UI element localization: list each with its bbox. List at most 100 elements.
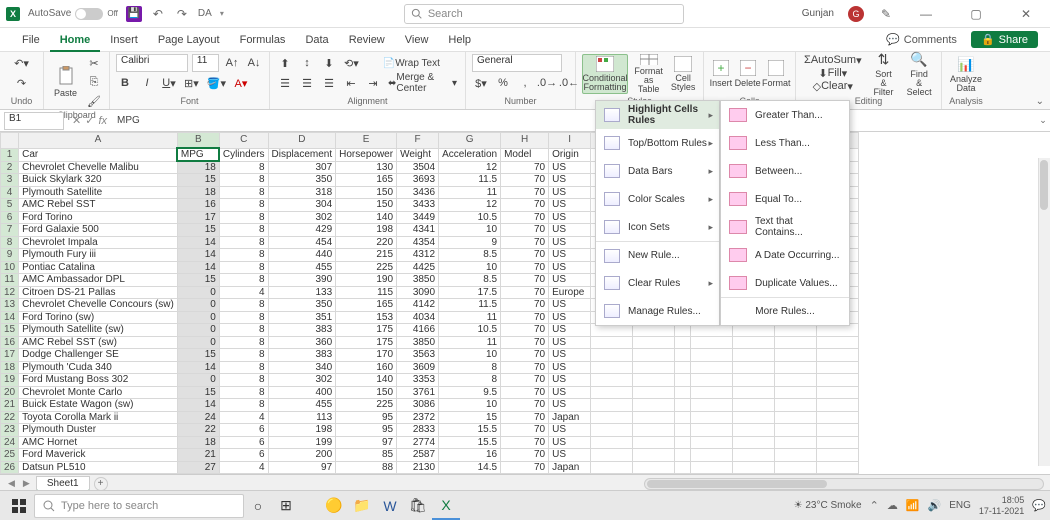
cell-D7[interactable]: 429 [268,224,336,237]
cell-J24[interactable] [591,436,633,449]
cell-C15[interactable]: 8 [219,324,268,337]
tab-review[interactable]: Review [339,28,395,52]
cell-C20[interactable]: 8 [219,386,268,399]
cell-K17[interactable] [633,349,675,362]
cell-E7[interactable]: 198 [336,224,397,237]
cell-H25[interactable]: 70 [501,449,549,462]
format-cells-button[interactable]: Format [764,54,789,94]
cell-E26[interactable]: 88 [336,461,397,474]
font-color-button[interactable]: A▾ [232,74,250,92]
cell-G3[interactable]: 11.5 [439,174,501,187]
cell-D17[interactable]: 383 [268,349,336,362]
cell-E4[interactable]: 150 [336,186,397,199]
cell-B8[interactable]: 14 [177,236,219,249]
qat-dropdown-icon[interactable]: ▾ [220,9,224,18]
format-as-table-button[interactable]: Format as Table [632,54,665,94]
cf-between[interactable]: Between... [721,157,849,185]
cell-C18[interactable]: 8 [219,361,268,374]
cell-R21[interactable] [691,399,733,412]
col-header-A[interactable]: A [19,133,178,149]
cell-S26[interactable] [733,461,775,474]
cell-A3[interactable]: Buick Skylark 320 [19,174,178,187]
cf-data-bars[interactable]: Data Bars [596,157,719,185]
cell-G1[interactable]: Acceleration [439,148,501,161]
chrome-icon[interactable]: 🟡 [320,492,348,520]
cell-F19[interactable]: 3353 [397,374,439,387]
cell-H16[interactable]: 70 [501,336,549,349]
number-format-select[interactable]: General [472,54,562,72]
cell-I8[interactable]: US [549,236,591,249]
col-header-F[interactable]: F [397,133,439,149]
cell-B11[interactable]: 15 [177,274,219,287]
cut-icon[interactable]: ✂ [85,54,103,72]
cell-B18[interactable]: 14 [177,361,219,374]
align-middle-icon[interactable]: ↕ [298,54,316,72]
cell-H9[interactable]: 70 [501,249,549,262]
undo-icon[interactable]: ↶ [150,6,166,22]
cell-R16[interactable] [691,336,733,349]
cell-F10[interactable]: 4425 [397,261,439,274]
cell-F23[interactable]: 2833 [397,424,439,437]
cell-B20[interactable]: 15 [177,386,219,399]
tray-wifi-icon[interactable]: 📶 [906,499,920,512]
cell-D20[interactable]: 400 [268,386,336,399]
tab-page-layout[interactable]: Page Layout [148,28,230,52]
cell-G6[interactable]: 10.5 [439,211,501,224]
cell-G24[interactable]: 15.5 [439,436,501,449]
cell-H20[interactable]: 70 [501,386,549,399]
cf-icon-sets[interactable]: Icon Sets [596,213,719,241]
cell-E24[interactable]: 97 [336,436,397,449]
row-header-6[interactable]: 6 [1,211,19,224]
tray-language[interactable]: ENG [949,500,971,511]
cell-S23[interactable] [733,424,775,437]
cell-E13[interactable]: 165 [336,299,397,312]
cf-equal-to[interactable]: Equal To... [721,185,849,213]
row-header-11[interactable]: 11 [1,274,19,287]
sort-filter-button[interactable]: ⇅Sort & Filter [868,54,900,94]
cell-R20[interactable] [691,386,733,399]
cell-T20[interactable] [775,386,817,399]
format-painter-icon[interactable]: 🖌 [85,92,103,110]
cell-H14[interactable]: 70 [501,311,549,324]
cell-B22[interactable]: 24 [177,411,219,424]
cell-I6[interactable]: US [549,211,591,224]
cell-E22[interactable]: 95 [336,411,397,424]
cell-F4[interactable]: 3436 [397,186,439,199]
cell-H15[interactable]: 70 [501,324,549,337]
align-left-icon[interactable]: ☰ [276,74,294,92]
cell-I4[interactable]: US [549,186,591,199]
cell-L21[interactable] [675,399,691,412]
cell-G12[interactable]: 17.5 [439,286,501,299]
cell-D10[interactable]: 455 [268,261,336,274]
cell-U20[interactable] [817,386,859,399]
cell-J19[interactable] [591,374,633,387]
cell-G13[interactable]: 11.5 [439,299,501,312]
cell-H22[interactable]: 70 [501,411,549,424]
cell-J22[interactable] [591,411,633,424]
cell-G14[interactable]: 11 [439,311,501,324]
tray-clock[interactable]: 18:05 17-11-2021 [979,495,1024,517]
cell-F18[interactable]: 3609 [397,361,439,374]
cell-I10[interactable]: US [549,261,591,274]
font-size-select[interactable]: 11 [192,54,219,72]
cell-I25[interactable]: US [549,449,591,462]
border-button[interactable]: ⊞▾ [182,74,201,92]
cell-I9[interactable]: US [549,249,591,262]
cell-R19[interactable] [691,374,733,387]
cell-F3[interactable]: 3693 [397,174,439,187]
cell-G20[interactable]: 9.5 [439,386,501,399]
cell-T24[interactable] [775,436,817,449]
cell-B17[interactable]: 15 [177,349,219,362]
cell-D5[interactable]: 304 [268,199,336,212]
cell-E15[interactable]: 175 [336,324,397,337]
cell-H12[interactable]: 70 [501,286,549,299]
cell-A20[interactable]: Chevrolet Monte Carlo [19,386,178,399]
toggle-pill[interactable] [75,8,103,20]
user-avatar[interactable]: G [848,6,864,22]
cell-R23[interactable] [691,424,733,437]
cell-F17[interactable]: 3563 [397,349,439,362]
cell-E19[interactable]: 140 [336,374,397,387]
cell-F13[interactable]: 4142 [397,299,439,312]
conditional-formatting-button[interactable]: Conditional Formatting [582,54,628,94]
wrap-text-button[interactable]: 📄 Wrap Text [381,54,442,72]
